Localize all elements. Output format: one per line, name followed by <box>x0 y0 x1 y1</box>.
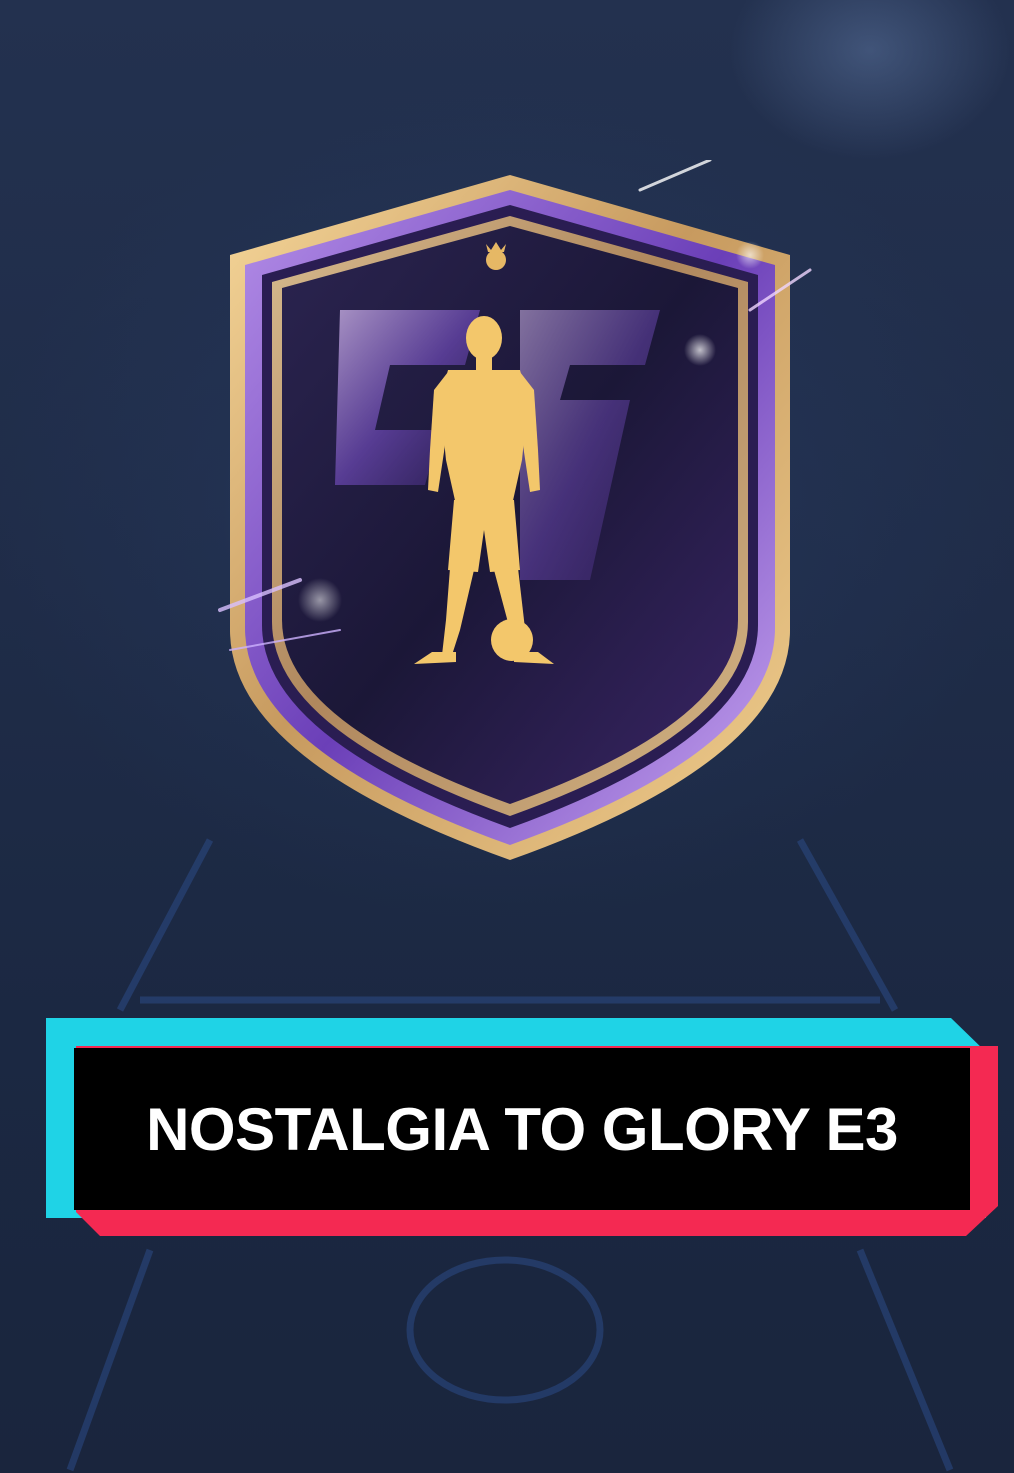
title-banner: NOSTALGIA TO GLORY E3 <box>46 1018 998 1238</box>
banner-title: NOSTALGIA TO GLORY E3 <box>146 1095 898 1163</box>
banner-box: NOSTALGIA TO GLORY E3 <box>74 1048 970 1210</box>
squad-objective-badge <box>218 160 812 860</box>
video-frame: NOSTALGIA TO GLORY E3 <box>0 0 1014 1473</box>
